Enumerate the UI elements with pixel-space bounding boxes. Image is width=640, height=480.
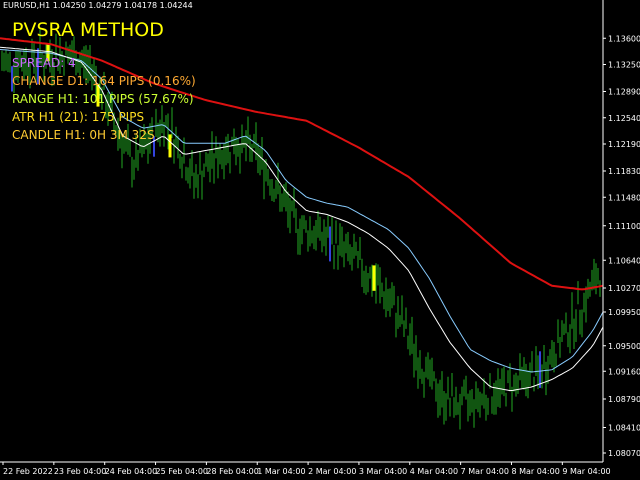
y-tick-label: 1.09160 [608,367,640,376]
x-tick-label: 2 Mar 04:00 [308,467,356,476]
y-tick-label: 1.12890 [608,88,640,97]
x-tick-label: 28 Feb 04:00 [206,467,258,476]
x-tick-label: 9 Mar 04:00 [562,467,610,476]
x-tick-label: 4 Mar 04:00 [410,467,458,476]
y-tick-label: 1.08070 [608,449,640,458]
y-tick-label: 1.12190 [608,140,640,149]
y-tick-label: 1.10270 [608,284,640,293]
y-tick-label: 1.10640 [608,256,640,265]
y-tick-label: 1.09950 [608,308,640,317]
x-tick-label: 3 Mar 04:00 [359,467,407,476]
y-tick-label: 1.08410 [608,424,640,433]
y-tick-label: 1.09500 [608,342,640,351]
x-tick-label: 8 Mar 04:00 [511,467,559,476]
x-tick-label: 23 Feb 04:00 [54,467,106,476]
range-h1-readout: RANGE H1: 101 PIPS (57.67%) [12,92,194,106]
y-tick-label: 1.11480 [608,193,640,202]
y-tick-label: 1.08790 [608,395,640,404]
y-tick-label: 1.13600 [608,34,640,43]
x-tick-label: 7 Mar 04:00 [461,467,509,476]
atr-h1-readout: ATR H1 (21): 175 PIPS [12,110,145,124]
price-chart[interactable]: 1.13600 1.13250 1.12890 1.12540 1.12190 1.118… [0,0,640,480]
x-tick-label: 25 Feb 04:00 [156,467,208,476]
y-tick-label: 1.11100 [608,222,640,231]
candle-timer-readout: CANDLE H1: 0H 3M 32S [12,128,155,142]
indicator-title: PVSRA METHOD [12,19,164,41]
x-tick-label: 22 Feb 2022 [3,467,53,476]
x-tick-label: 24 Feb 04:00 [105,467,157,476]
y-tick-label: 1.12540 [608,114,640,123]
change-d1-readout: CHANGE D1: 164 PIPS (0.16%) [12,74,196,88]
symbol-header: EURUSD,H1 1.04250 1.04279 1.04178 1.0424… [3,1,193,10]
x-tick-label: 1 Mar 04:00 [257,467,305,476]
y-tick-label: 1.13250 [608,61,640,70]
y-tick-label: 1.11830 [608,167,640,176]
spread-readout: SPREAD: 4 [12,56,76,70]
